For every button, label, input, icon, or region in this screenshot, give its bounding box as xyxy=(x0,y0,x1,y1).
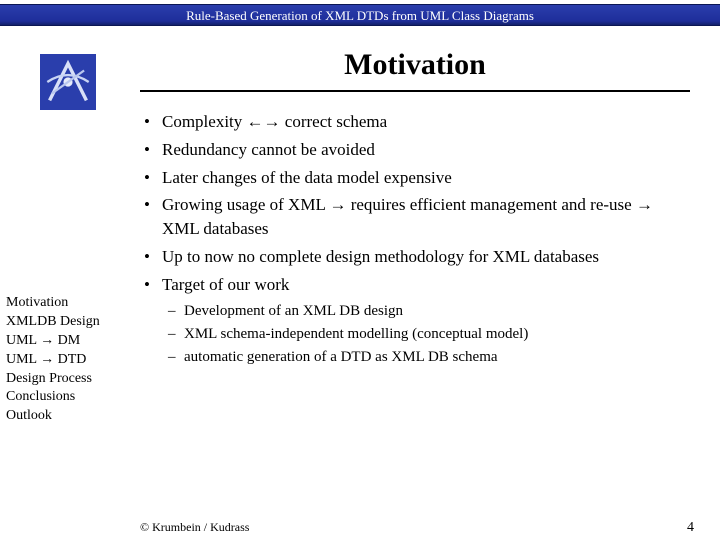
content-area: Motivation Complexity ←→ correct schema … xyxy=(140,48,690,368)
list-item-text: Growing usage of XML → requires efficien… xyxy=(162,195,653,238)
header-title: Rule-Based Generation of XML DTDs from U… xyxy=(186,8,534,23)
list-item: Up to now no complete design methodology… xyxy=(140,245,690,269)
list-item: Target of our work Development of an XML… xyxy=(140,273,690,368)
page-number: 4 xyxy=(687,520,694,536)
list-item: Redundancy cannot be avoided xyxy=(140,138,690,162)
sub-list-item: XML schema-independent modelling (concep… xyxy=(162,324,690,345)
slide-title: Motivation xyxy=(140,48,690,82)
sidebar-item: XMLDB Design xyxy=(6,313,136,332)
header-bar: Rule-Based Generation of XML DTDs from U… xyxy=(0,4,720,26)
list-item: Later changes of the data model expensiv… xyxy=(140,166,690,190)
sub-list-item: automatic generation of a DTD as XML DB … xyxy=(162,347,690,368)
sub-list: Development of an XML DB design XML sche… xyxy=(162,301,690,368)
outline-sidebar: Motivation XMLDB Design UML → DM UML → D… xyxy=(6,294,136,426)
copyright-text: © Krumbein / Kudrass xyxy=(140,520,249,535)
list-item-text: Complexity ←→ correct schema xyxy=(162,112,387,131)
sidebar-item: Conclusions xyxy=(6,388,136,407)
list-item: Growing usage of XML → requires efficien… xyxy=(140,193,690,241)
sidebar-item: Outlook xyxy=(6,407,136,426)
bullet-list: Complexity ←→ correct schema Redundancy … xyxy=(140,110,690,368)
footer: © Krumbein / Kudrass 4 xyxy=(0,520,720,536)
sidebar-item: UML → DM xyxy=(6,332,136,351)
sidebar-item: Motivation xyxy=(6,294,136,313)
sidebar-item: UML → DTD xyxy=(6,351,136,370)
logo-icon xyxy=(40,54,96,110)
list-item: Complexity ←→ correct schema xyxy=(140,110,690,134)
list-item-text: Target of our work xyxy=(162,275,289,294)
list-item-text: Later changes of the data model expensiv… xyxy=(162,168,452,187)
list-item-text: Redundancy cannot be avoided xyxy=(162,140,375,159)
sub-list-item: Development of an XML DB design xyxy=(162,301,690,322)
list-item-text: Up to now no complete design methodology… xyxy=(162,247,599,266)
sidebar-item: Design Process xyxy=(6,370,136,389)
title-divider xyxy=(140,90,690,92)
